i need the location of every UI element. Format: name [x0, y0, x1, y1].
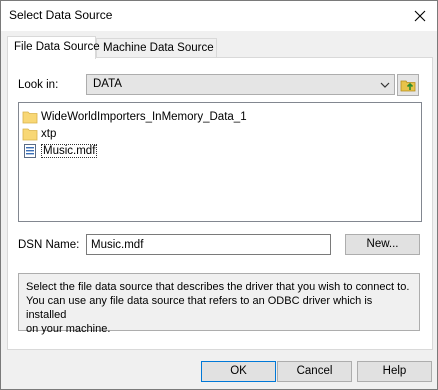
tab-panel: Look in: DATA WideWorldImporters_InMemor… — [7, 57, 433, 350]
look-in-dropdown[interactable]: DATA — [86, 74, 395, 95]
up-folder-icon — [400, 80, 416, 92]
look-in-label: Look in: — [18, 79, 59, 91]
file-name: WideWorldImporters_InMemory_Data_1 — [41, 110, 247, 123]
description-text-box: Select the file data source that describ… — [18, 273, 420, 335]
ok-button[interactable]: OK — [201, 361, 276, 382]
description-line: Select the file data source that describ… — [26, 281, 410, 293]
window-title: Select Data Source — [9, 8, 113, 22]
file-name: Music.mdf — [41, 143, 98, 158]
close-icon — [414, 10, 426, 22]
new-button[interactable]: New... — [345, 234, 420, 255]
file-list[interactable]: WideWorldImporters_InMemory_Data_1 xtp M… — [18, 102, 422, 222]
look-in-value: DATA — [93, 78, 122, 90]
tab-label: File Data Source — [14, 41, 100, 53]
help-button[interactable]: Help — [357, 361, 432, 382]
select-data-source-dialog: Select Data Source File Data Source Mach… — [0, 0, 438, 390]
list-item[interactable]: WideWorldImporters_InMemory_Data_1 — [19, 108, 421, 125]
folder-icon — [22, 109, 38, 125]
cancel-button[interactable]: Cancel — [277, 361, 352, 382]
list-item[interactable]: xtp — [19, 125, 421, 142]
dsn-name-label: DSN Name: — [18, 239, 80, 251]
close-button[interactable] — [403, 1, 437, 31]
tab-file-data-source[interactable]: File Data Source — [7, 36, 100, 59]
chevron-down-icon — [380, 82, 390, 88]
up-one-level-button[interactable] — [397, 74, 419, 96]
dsn-name-field[interactable] — [86, 234, 331, 255]
file-name: xtp — [41, 127, 57, 140]
tab-strip: File Data Source Machine Data Source — [7, 36, 433, 59]
description-line: on your machine. — [26, 323, 111, 335]
description-line: You can use any file data source that re… — [26, 295, 373, 321]
list-item[interactable]: Music.mdf — [19, 142, 421, 159]
database-file-icon — [22, 143, 38, 159]
tab-label: Machine Data Source — [103, 42, 214, 54]
tab-machine-data-source[interactable]: Machine Data Source — [96, 38, 217, 58]
title-bar: Select Data Source — [1, 1, 437, 31]
folder-icon — [22, 126, 38, 142]
